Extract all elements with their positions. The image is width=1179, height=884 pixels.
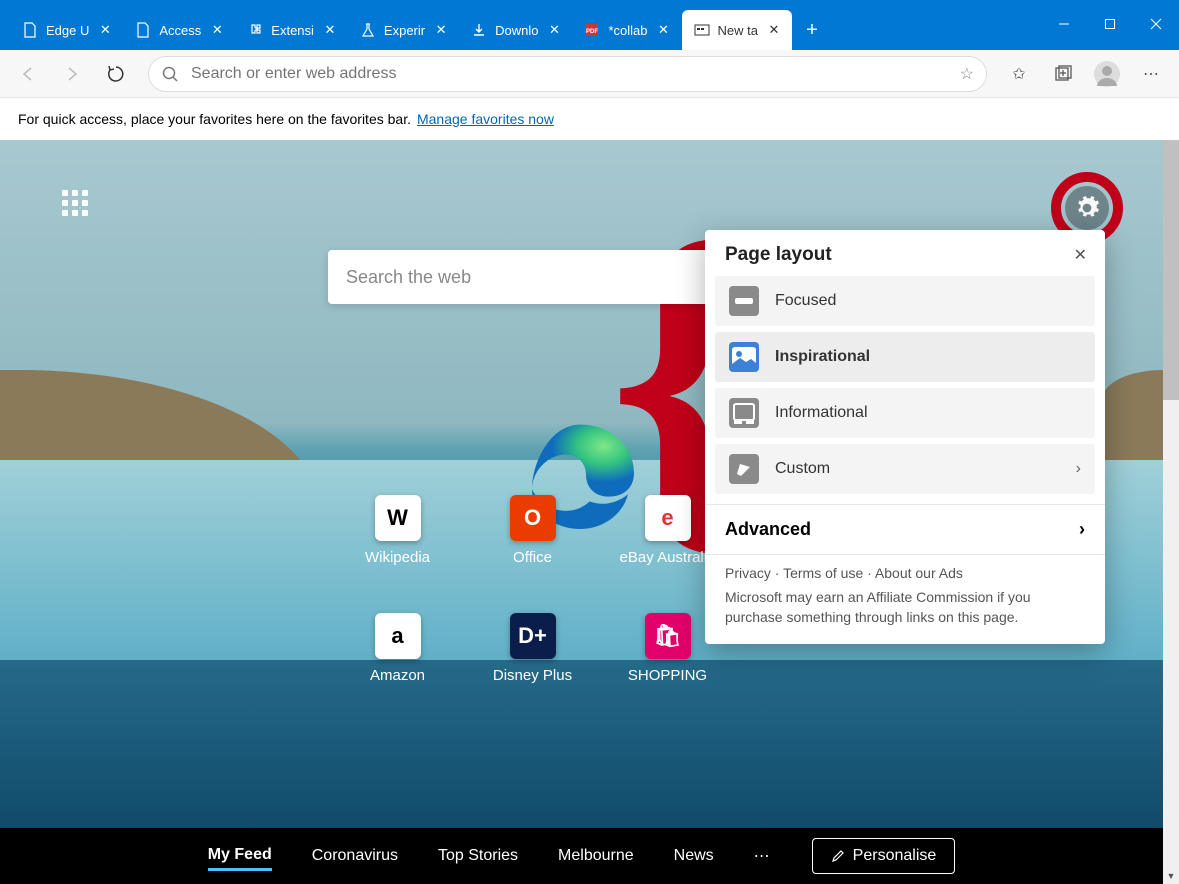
- new-tab-button[interactable]: +: [792, 10, 832, 50]
- search-icon: [161, 65, 179, 83]
- footer-link-privacy[interactable]: Privacy: [725, 565, 771, 581]
- page-icon: [135, 22, 151, 38]
- tab-access[interactable]: Access✕: [123, 10, 235, 50]
- new-tab-page: { Search the web WWikipediaOOfficeeeBay …: [0, 140, 1163, 884]
- chevron-right-icon: ›: [1076, 460, 1081, 478]
- footer-link-about-our-ads[interactable]: About our Ads: [875, 565, 963, 581]
- ntp-search-placeholder: Search the web: [346, 267, 471, 288]
- tab-downlo[interactable]: Downlo✕: [459, 10, 572, 50]
- toolbar: ☆ ✩ ⋯: [0, 50, 1179, 98]
- favorites-bar-text: For quick access, place your favorites h…: [18, 111, 411, 127]
- footer-link-terms-of-use[interactable]: Terms of use: [783, 565, 863, 581]
- feed-tab-top-stories[interactable]: Top Stories: [438, 843, 518, 869]
- puzzle-icon: [247, 22, 263, 38]
- page-icon: [22, 22, 38, 38]
- forward-button[interactable]: [52, 54, 92, 94]
- address-bar[interactable]: ☆: [148, 56, 987, 92]
- refresh-button[interactable]: [96, 54, 136, 94]
- tile-amazon[interactable]: aAmazon: [330, 613, 465, 731]
- layout-option-inspirational[interactable]: Inspirational: [715, 332, 1095, 382]
- gear-icon: [1074, 195, 1100, 221]
- window-maximize-button[interactable]: [1087, 8, 1133, 40]
- favorites-button[interactable]: ✩: [999, 54, 1039, 94]
- tab-experir[interactable]: Experir✕: [348, 10, 459, 50]
- scroll-thumb[interactable]: [1163, 140, 1179, 400]
- profile-button[interactable]: [1087, 54, 1127, 94]
- tab-close-button[interactable]: ✕: [546, 22, 562, 38]
- collections-button[interactable]: [1043, 54, 1083, 94]
- page-settings-button[interactable]: [1065, 186, 1109, 230]
- page-layout-panel: Page layout ✕ Focused Inspirational Inform…: [705, 230, 1105, 644]
- tab-close-button[interactable]: ✕: [209, 22, 225, 38]
- tab-close-button[interactable]: ✕: [97, 22, 113, 38]
- svg-text:PDF: PDF: [586, 29, 598, 35]
- tab-close-button[interactable]: ✕: [656, 22, 672, 38]
- favorites-bar: For quick access, place your favorites h…: [0, 98, 1179, 140]
- feed-tab-melbourne[interactable]: Melbourne: [558, 843, 634, 869]
- window-close-button[interactable]: [1133, 8, 1179, 40]
- panel-footer-links: Privacy · Terms of use · About our Ads: [705, 554, 1105, 585]
- tile-disney-plus[interactable]: D+Disney Plus: [465, 613, 600, 731]
- personalise-button[interactable]: Personalise: [812, 838, 956, 874]
- panel-footer-note: Microsoft may earn an Affiliate Commissi…: [705, 585, 1105, 630]
- advanced-row[interactable]: Advanced ›: [705, 504, 1105, 554]
- layout-option-informational[interactable]: Informational: [715, 388, 1095, 438]
- pdf-icon: PDF: [584, 22, 600, 38]
- tab-new-ta[interactable]: New ta✕: [682, 10, 792, 50]
- feed-more-button[interactable]: ⋯: [754, 846, 772, 866]
- manage-favorites-link[interactable]: Manage favorites now: [417, 111, 554, 127]
- feed-tab-my-feed[interactable]: My Feed: [208, 842, 272, 871]
- layout-option-focused[interactable]: Focused: [715, 276, 1095, 326]
- app-launcher-button[interactable]: [62, 190, 92, 220]
- ntp-icon: [694, 22, 710, 38]
- pencil-icon: [831, 849, 845, 863]
- tab-strip: Edge U✕Access✕Extensi✕Experir✕Downlo✕PDF…: [0, 8, 1179, 50]
- tab-close-button[interactable]: ✕: [766, 22, 782, 38]
- window-minimize-button[interactable]: [1041, 8, 1087, 40]
- scroll-down-button[interactable]: ▼: [1163, 868, 1179, 884]
- panel-close-button[interactable]: ✕: [1074, 245, 1087, 265]
- vertical-scrollbar[interactable]: ▲ ▼: [1163, 140, 1179, 884]
- feed-bar: My Feed Coronavirus Top Stories Melbourne Ne…: [0, 828, 1163, 884]
- flask-icon: [360, 22, 376, 38]
- tab-close-button[interactable]: ✕: [433, 22, 449, 38]
- layout-option-custom[interactable]: Custom›: [715, 444, 1095, 494]
- feed-tab-news[interactable]: News: [674, 843, 714, 869]
- back-button[interactable]: [8, 54, 48, 94]
- more-menu-button[interactable]: ⋯: [1131, 54, 1171, 94]
- tab-extensi[interactable]: Extensi✕: [235, 10, 348, 50]
- chevron-right-icon: ›: [1079, 519, 1085, 540]
- tab--collab[interactable]: PDF*collab✕: [572, 10, 681, 50]
- tile-office[interactable]: OOffice: [465, 495, 600, 613]
- tab-close-button[interactable]: ✕: [322, 22, 338, 38]
- download-icon: [471, 22, 487, 38]
- tile-wikipedia[interactable]: WWikipedia: [330, 495, 465, 613]
- tab-edge-u[interactable]: Edge U✕: [10, 10, 123, 50]
- favorite-star-icon[interactable]: ☆: [960, 64, 974, 84]
- feed-tab-coronavirus[interactable]: Coronavirus: [312, 843, 398, 869]
- address-input[interactable]: [191, 65, 948, 83]
- panel-title: Page layout: [725, 244, 832, 266]
